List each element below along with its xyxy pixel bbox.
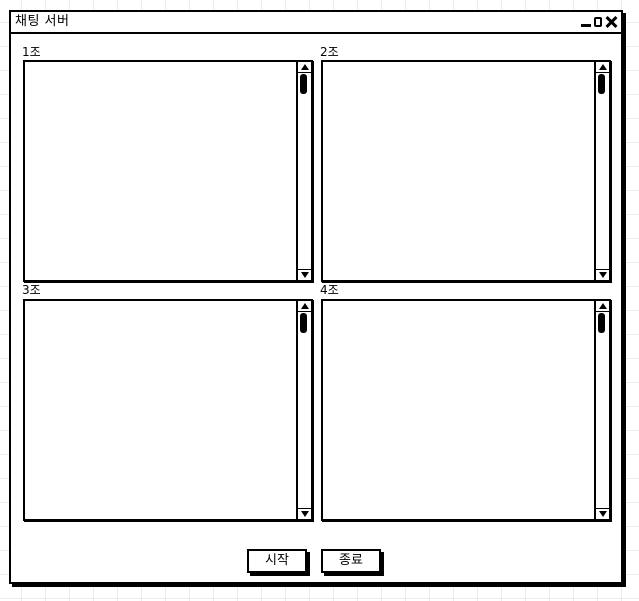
scroll-down-arrow-icon[interactable] bbox=[596, 269, 609, 280]
stop-button[interactable]: 종료 bbox=[321, 549, 381, 573]
scroll-thumb[interactable] bbox=[300, 313, 307, 333]
minimize-icon[interactable] bbox=[581, 15, 591, 29]
start-button[interactable]: 시작 bbox=[247, 549, 307, 573]
scroll-thumb[interactable] bbox=[598, 74, 605, 94]
group-textarea-1[interactable] bbox=[23, 60, 313, 282]
group-textarea-4[interactable] bbox=[321, 299, 611, 521]
group-label-4: 4조 bbox=[320, 283, 339, 297]
scrollbar[interactable] bbox=[296, 62, 311, 280]
group-label-2: 2조 bbox=[320, 45, 339, 59]
close-icon[interactable] bbox=[605, 16, 617, 28]
scroll-down-arrow-icon[interactable] bbox=[298, 508, 311, 519]
scroll-up-arrow-icon[interactable] bbox=[596, 301, 609, 312]
scrollbar[interactable] bbox=[594, 301, 609, 519]
group-label-1: 1조 bbox=[22, 45, 41, 59]
group-textarea-2[interactable] bbox=[321, 60, 611, 282]
scrollbar[interactable] bbox=[594, 62, 609, 280]
group-label-3: 3조 bbox=[22, 283, 41, 297]
window-title: 채팅 서버 bbox=[15, 14, 70, 29]
window-controls bbox=[581, 14, 617, 30]
scroll-down-arrow-icon[interactable] bbox=[596, 508, 609, 519]
chat-server-window: 채팅 서버 1조 2조 3조 4조 시작 종료 bbox=[9, 10, 623, 584]
scrollbar[interactable] bbox=[296, 301, 311, 519]
scroll-up-arrow-icon[interactable] bbox=[596, 62, 609, 73]
scroll-thumb[interactable] bbox=[300, 74, 307, 94]
title-bar: 채팅 서버 bbox=[11, 12, 621, 34]
maximize-icon[interactable] bbox=[594, 17, 602, 27]
group-textarea-3[interactable] bbox=[23, 299, 313, 521]
scroll-up-arrow-icon[interactable] bbox=[298, 62, 311, 73]
scroll-thumb[interactable] bbox=[598, 313, 605, 333]
scroll-down-arrow-icon[interactable] bbox=[298, 269, 311, 280]
scroll-up-arrow-icon[interactable] bbox=[298, 301, 311, 312]
